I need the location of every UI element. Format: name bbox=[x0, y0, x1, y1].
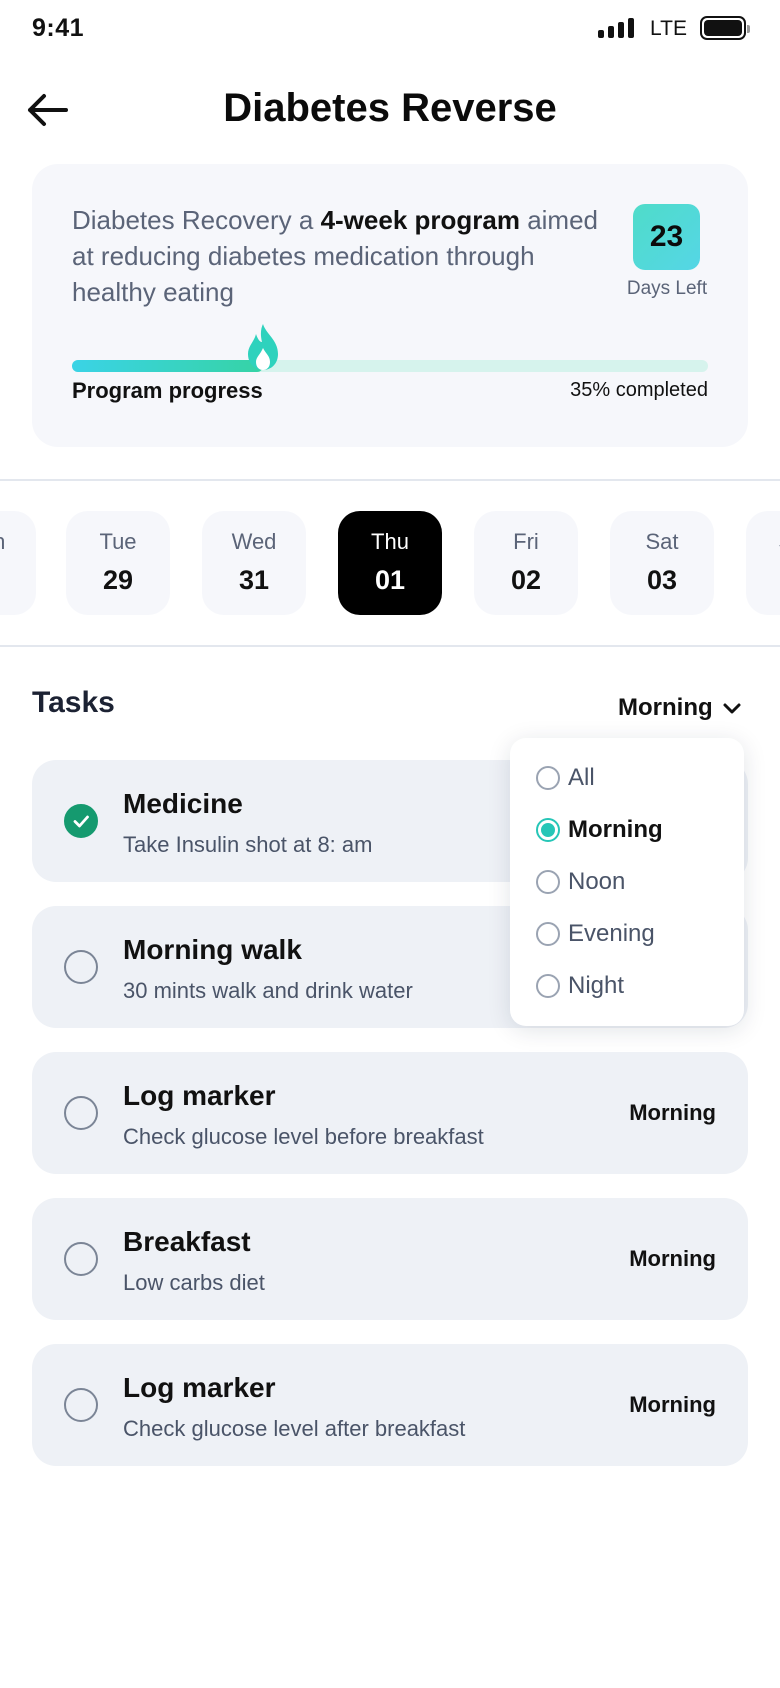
task-description: Take Insulin shot at 8: am bbox=[123, 832, 373, 857]
date-weekday: Sun bbox=[746, 529, 780, 555]
radio-button[interactable] bbox=[536, 922, 560, 946]
task-title: Log marker bbox=[123, 1372, 276, 1403]
radio-button[interactable] bbox=[536, 870, 560, 894]
date-pill[interactable]: Tue 29 bbox=[66, 511, 170, 615]
task-card[interactable]: Breakfast Low carbs diet Morning bbox=[32, 1198, 748, 1320]
date-weekday: Wed bbox=[231, 529, 277, 554]
date-pill[interactable]: Sat 03 bbox=[610, 511, 714, 615]
date-number: 01 bbox=[374, 565, 406, 595]
program-desc-highlight: 4-week program bbox=[320, 205, 520, 235]
task-title: Medicine bbox=[123, 788, 243, 819]
progress-label: Program progress bbox=[72, 378, 263, 403]
task-title: Breakfast bbox=[123, 1226, 251, 1257]
filter-option-label: Noon bbox=[568, 868, 626, 895]
date-number: 03 bbox=[646, 565, 678, 595]
task-checkbox[interactable] bbox=[64, 1242, 98, 1276]
filter-option-morning[interactable]: Morning bbox=[536, 810, 736, 850]
radio-button[interactable] bbox=[536, 974, 560, 998]
date-weekday: Mon bbox=[0, 529, 36, 555]
filter-option-evening[interactable]: Evening bbox=[536, 914, 736, 954]
signal-icon bbox=[598, 18, 634, 38]
battery-icon bbox=[700, 16, 750, 40]
filter-option-all[interactable]: All bbox=[536, 758, 736, 798]
progress-percent: 35% completed bbox=[570, 379, 708, 401]
task-title: Morning walk bbox=[123, 934, 302, 965]
tasks-title: Tasks bbox=[32, 686, 115, 719]
time-filter-menu: All Morning Noon Evening Night bbox=[510, 738, 744, 1026]
date-weekday: Tue bbox=[99, 529, 137, 554]
task-checkbox[interactable] bbox=[64, 1388, 98, 1422]
checkmark-icon[interactable] bbox=[64, 804, 98, 838]
date-number: 04 bbox=[746, 565, 780, 596]
status-time: 9:41 bbox=[32, 14, 85, 42]
days-left-badge: 23 bbox=[633, 204, 700, 270]
program-card: Diabetes Recovery a 4-week program aimed… bbox=[32, 164, 748, 447]
task-checkbox[interactable] bbox=[64, 1096, 98, 1130]
progress-fill bbox=[72, 360, 263, 372]
page-title: Diabetes Reverse bbox=[223, 86, 557, 130]
task-description: 30 mints walk and drink water bbox=[123, 978, 413, 1003]
time-filter-value: Morning bbox=[618, 694, 713, 721]
date-pill[interactable]: Sun 04 bbox=[746, 511, 780, 615]
task-card[interactable]: Log marker Check glucose level after brea… bbox=[32, 1344, 748, 1466]
filter-option-noon[interactable]: Noon bbox=[536, 862, 736, 902]
task-time-label: Morning bbox=[629, 1392, 716, 1417]
program-desc-prefix: Diabetes Recovery a bbox=[72, 205, 321, 235]
divider bbox=[0, 645, 780, 647]
time-filter-dropdown[interactable]: Morning bbox=[618, 690, 744, 726]
date-pill-selected[interactable]: Thu 01 bbox=[338, 511, 442, 615]
task-checkbox[interactable] bbox=[64, 950, 98, 984]
date-pill[interactable]: Fri 02 bbox=[474, 511, 578, 615]
task-time-label: Morning bbox=[629, 1246, 716, 1271]
program-description: Diabetes Recovery a 4-week program aimed… bbox=[72, 202, 612, 310]
status-bar: 9:41 LTE bbox=[0, 0, 780, 60]
date-pill[interactable]: Mon 28 bbox=[0, 511, 36, 615]
date-number: 29 bbox=[102, 565, 134, 595]
task-title: Log marker bbox=[123, 1080, 276, 1111]
task-description: Check glucose level after breakfast bbox=[123, 1416, 466, 1441]
task-card[interactable]: Log marker Check glucose level before bre… bbox=[32, 1052, 748, 1174]
date-weekday: Fri bbox=[513, 529, 539, 554]
task-description: Low carbs diet bbox=[123, 1270, 265, 1295]
filter-option-label: Night bbox=[568, 972, 625, 999]
days-left-label: Days Left bbox=[626, 278, 708, 299]
date-weekday: Sat bbox=[645, 529, 679, 554]
radio-button[interactable] bbox=[536, 818, 560, 842]
filter-option-label: Morning bbox=[568, 816, 663, 843]
chevron-down-icon bbox=[723, 703, 741, 714]
task-time-label: Morning bbox=[629, 1100, 716, 1125]
flame-icon bbox=[248, 324, 278, 370]
date-strip[interactable]: Mon 28 Tue 29 Wed 31 Thu 01 Fri 02 Sat 03 Sun 04 bbox=[0, 481, 780, 641]
radio-button[interactable] bbox=[536, 766, 560, 790]
task-description: Check glucose level before breakfast bbox=[123, 1124, 484, 1149]
filter-option-label: All bbox=[568, 764, 595, 791]
date-pill[interactable]: Wed 31 bbox=[202, 511, 306, 615]
filter-option-night[interactable]: Night bbox=[536, 966, 736, 1006]
filter-option-label: Evening bbox=[568, 920, 655, 947]
date-number: 28 bbox=[0, 565, 36, 596]
date-number: 31 bbox=[238, 565, 270, 595]
date-number: 02 bbox=[510, 565, 542, 595]
network-label: LTE bbox=[650, 17, 687, 40]
date-weekday: Thu bbox=[371, 529, 409, 554]
progress-bar bbox=[72, 360, 708, 372]
